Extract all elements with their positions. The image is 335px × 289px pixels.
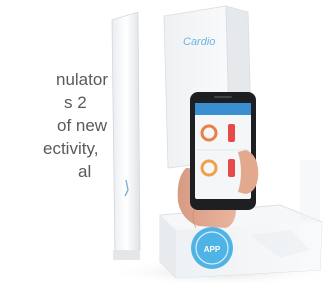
bar-1 (228, 124, 235, 142)
bar-2 (228, 159, 235, 177)
box-logo-text: Cardio (183, 36, 215, 48)
app-sticker: APP (191, 227, 233, 269)
product-photo: Cardio APP (105, 5, 335, 286)
sticker-text: APP (204, 245, 221, 254)
tube-device (111, 11, 141, 260)
